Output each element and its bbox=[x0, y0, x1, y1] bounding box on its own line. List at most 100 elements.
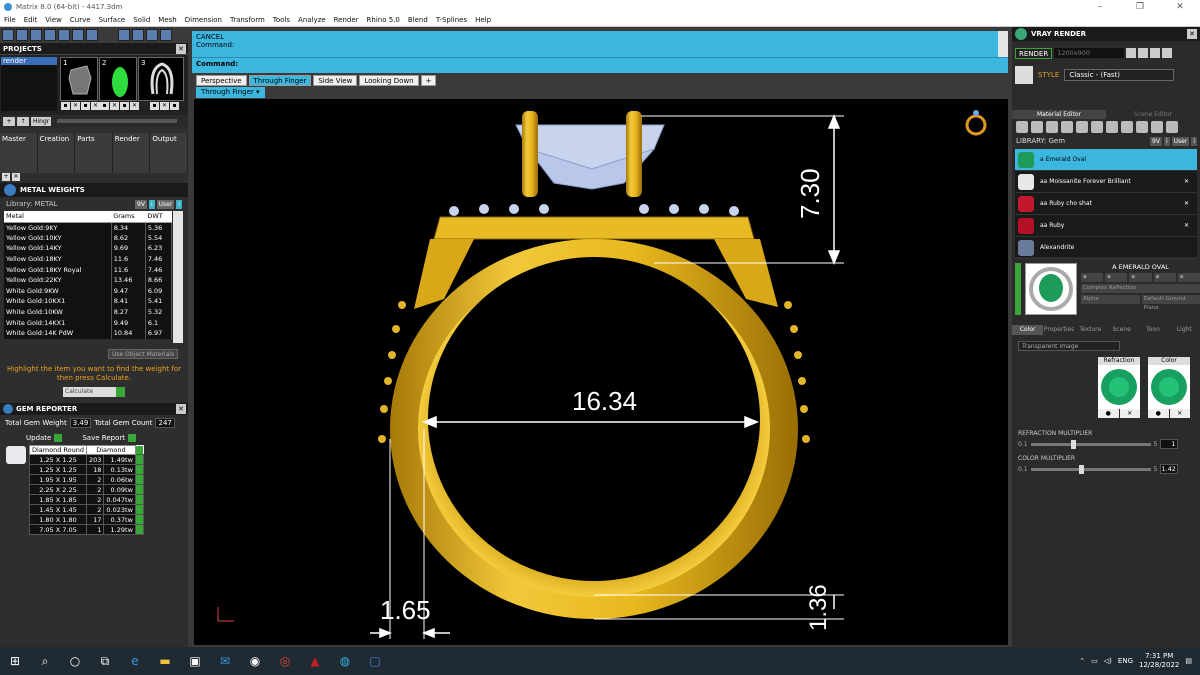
material-item[interactable]: aa Ruby cho shat ✕ bbox=[1015, 193, 1197, 215]
tool-icon[interactable] bbox=[16, 29, 28, 41]
preview-toggle[interactable] bbox=[1015, 263, 1021, 315]
ring-view-icon[interactable] bbox=[965, 110, 987, 136]
table-row[interactable]: White Gold:10KX1 8.41 5.41 bbox=[4, 296, 173, 307]
tool-icon[interactable] bbox=[86, 29, 98, 41]
close-icon[interactable]: ✕ bbox=[176, 404, 186, 414]
remove-icon[interactable]: ✕ bbox=[1184, 200, 1189, 207]
add-viewport-button[interactable]: + bbox=[420, 75, 437, 86]
style-dropdown[interactable]: Classic - (Fast) bbox=[1064, 69, 1175, 81]
table-row[interactable]: Yellow Gold:9KY 8.34 5.36 bbox=[4, 222, 173, 233]
material-item[interactable]: Alexandrite bbox=[1015, 237, 1197, 259]
table-row[interactable]: White Gold:14KX1 9.49 6.1 bbox=[4, 317, 173, 328]
app-icon[interactable]: ▲ bbox=[300, 647, 330, 675]
close-icon[interactable]: ✕ bbox=[1187, 29, 1197, 39]
go-icon[interactable] bbox=[134, 514, 144, 525]
projects-scrollbar[interactable] bbox=[57, 119, 178, 123]
network-icon[interactable]: ▭ bbox=[1091, 657, 1098, 665]
project-thumb[interactable]: 2 bbox=[99, 57, 137, 101]
table-row[interactable]: 1.25 X 1.25 203 1.49tw bbox=[29, 454, 144, 465]
complex-reflection-option[interactable]: Complex Reflection bbox=[1081, 284, 1200, 293]
tool-icon[interactable] bbox=[30, 29, 42, 41]
tray-arrow-icon[interactable]: ⌃ bbox=[1079, 657, 1085, 665]
info-button[interactable]: i bbox=[1191, 136, 1197, 146]
render-option-icon[interactable] bbox=[1126, 48, 1137, 58]
go-icon[interactable] bbox=[134, 484, 144, 495]
material-option[interactable]: ▪ bbox=[1081, 273, 1104, 282]
edge-icon[interactable]: e bbox=[120, 647, 150, 675]
tab-light[interactable]: Light bbox=[1168, 325, 1200, 335]
menu-blend[interactable]: Blend bbox=[404, 16, 432, 24]
alpha-option[interactable]: Alpha bbox=[1081, 295, 1140, 304]
menu-render[interactable]: Render bbox=[330, 16, 363, 24]
project-thumb[interactable]: 1 bbox=[60, 57, 98, 101]
tab-perspective[interactable]: Perspective bbox=[196, 75, 247, 86]
table-row[interactable]: 7.05 X 7.05 1 1.29tw bbox=[29, 524, 144, 535]
tool-icon[interactable] bbox=[146, 29, 158, 41]
material-item[interactable]: aa Ruby ✕ bbox=[1015, 215, 1197, 237]
pin-icon[interactable]: + bbox=[2, 173, 10, 181]
table-row[interactable]: Yellow Gold:22KY 13.46 8.66 bbox=[4, 274, 173, 286]
matrix-app-icon[interactable]: ◉ bbox=[240, 647, 270, 675]
up-button[interactable]: ↑ bbox=[17, 116, 29, 126]
table-row[interactable]: 2.25 X 2.25 2 0.09tw bbox=[29, 484, 144, 495]
menu-tsplines[interactable]: T-Splines bbox=[432, 16, 471, 24]
go-icon[interactable] bbox=[134, 474, 144, 485]
windows-start-icon[interactable]: ⊞ bbox=[0, 647, 30, 675]
render-button[interactable]: RENDER bbox=[1015, 47, 1053, 59]
col-grams[interactable]: Grams bbox=[111, 211, 146, 223]
table-row[interactable]: 1.80 X 1.80 17 0.37tw bbox=[29, 514, 144, 525]
material-item[interactable]: a Emerald Oval bbox=[1015, 149, 1197, 171]
table-row[interactable]: Yellow Gold:10KY 8.62 5.54 bbox=[4, 232, 173, 244]
thumb-btn[interactable]: ▪ bbox=[81, 102, 90, 110]
thumb-btn[interactable]: ✕ bbox=[130, 102, 139, 110]
menu-help[interactable]: Help bbox=[471, 16, 495, 24]
material-option[interactable]: ▪ bbox=[1105, 273, 1128, 282]
project-item-selected[interactable]: render bbox=[1, 57, 57, 65]
go-icon[interactable] bbox=[134, 464, 144, 475]
table-row[interactable]: 1.95 X 1.95 2 0.06tw bbox=[29, 474, 144, 485]
table-row[interactable]: White Gold:9KW 9.47 6.09 bbox=[4, 285, 173, 297]
transparency-dropdown[interactable]: Transparent Image bbox=[1018, 341, 1120, 351]
table-row[interactable]: White Gold:10KW 8.27 5.32 bbox=[4, 306, 173, 318]
render-option-icon[interactable] bbox=[1138, 48, 1149, 58]
resolution-field[interactable]: 1200x900 bbox=[1054, 48, 1125, 58]
menu-dimension[interactable]: Dimension bbox=[181, 16, 226, 24]
table-row[interactable]: 1.45 X 1.45 2 0.023tw bbox=[29, 504, 144, 515]
project-thumb[interactable]: 3 bbox=[138, 57, 184, 101]
save-report-button[interactable]: Save Report bbox=[82, 434, 136, 442]
menu-tools[interactable]: Tools bbox=[269, 16, 294, 24]
go-icon[interactable] bbox=[134, 524, 144, 535]
menu-transform[interactable]: Transform bbox=[226, 16, 269, 24]
maximize-button[interactable]: ❐ bbox=[1120, 2, 1160, 12]
material-tool-icon[interactable] bbox=[1016, 121, 1028, 133]
calculate-button[interactable]: Calculate bbox=[63, 387, 125, 397]
render-option-icon[interactable] bbox=[1162, 48, 1173, 58]
tab-scene[interactable]: Scene bbox=[1105, 325, 1138, 335]
add-project-button[interactable]: + bbox=[3, 116, 15, 126]
ground-plane-option[interactable]: Default Ground Plane bbox=[1141, 295, 1200, 311]
view-button[interactable]: 9V bbox=[1150, 136, 1162, 146]
tab-parts[interactable]: Parts bbox=[75, 133, 113, 173]
go-icon[interactable] bbox=[135, 445, 144, 455]
volume-icon[interactable]: ◁) bbox=[1104, 657, 1112, 665]
material-tool-icon[interactable] bbox=[1031, 121, 1043, 133]
material-tool-icon[interactable] bbox=[1136, 121, 1148, 133]
material-tool-icon[interactable] bbox=[1046, 121, 1058, 133]
view-button[interactable]: 9V bbox=[135, 199, 147, 209]
user-button[interactable]: User bbox=[156, 199, 175, 209]
tab-looking-down[interactable]: Looking Down bbox=[359, 75, 419, 86]
project-list[interactable]: render bbox=[1, 57, 57, 111]
material-option[interactable]: ▪ bbox=[1129, 273, 1152, 282]
thumb-btn[interactable]: ▪ bbox=[150, 102, 159, 110]
hinge-button[interactable]: Hingr bbox=[31, 116, 52, 126]
tab-toon[interactable]: Toon bbox=[1137, 325, 1169, 335]
language-indicator[interactable]: ENG bbox=[1118, 657, 1133, 665]
tab-output[interactable]: Output bbox=[150, 133, 188, 173]
refraction-multiplier-slider[interactable]: 0.1 5 1 bbox=[1018, 439, 1200, 449]
material-item[interactable]: aa Moissanite Forever Brilliant ✕ bbox=[1015, 171, 1197, 193]
thumb-btn[interactable]: ✕ bbox=[71, 102, 80, 110]
thumb-btn[interactable]: ▪ bbox=[120, 102, 129, 110]
cortana-icon[interactable]: ○ bbox=[60, 647, 90, 675]
info-button[interactable]: i bbox=[176, 199, 182, 209]
close-icon[interactable]: ✕ bbox=[12, 173, 20, 181]
